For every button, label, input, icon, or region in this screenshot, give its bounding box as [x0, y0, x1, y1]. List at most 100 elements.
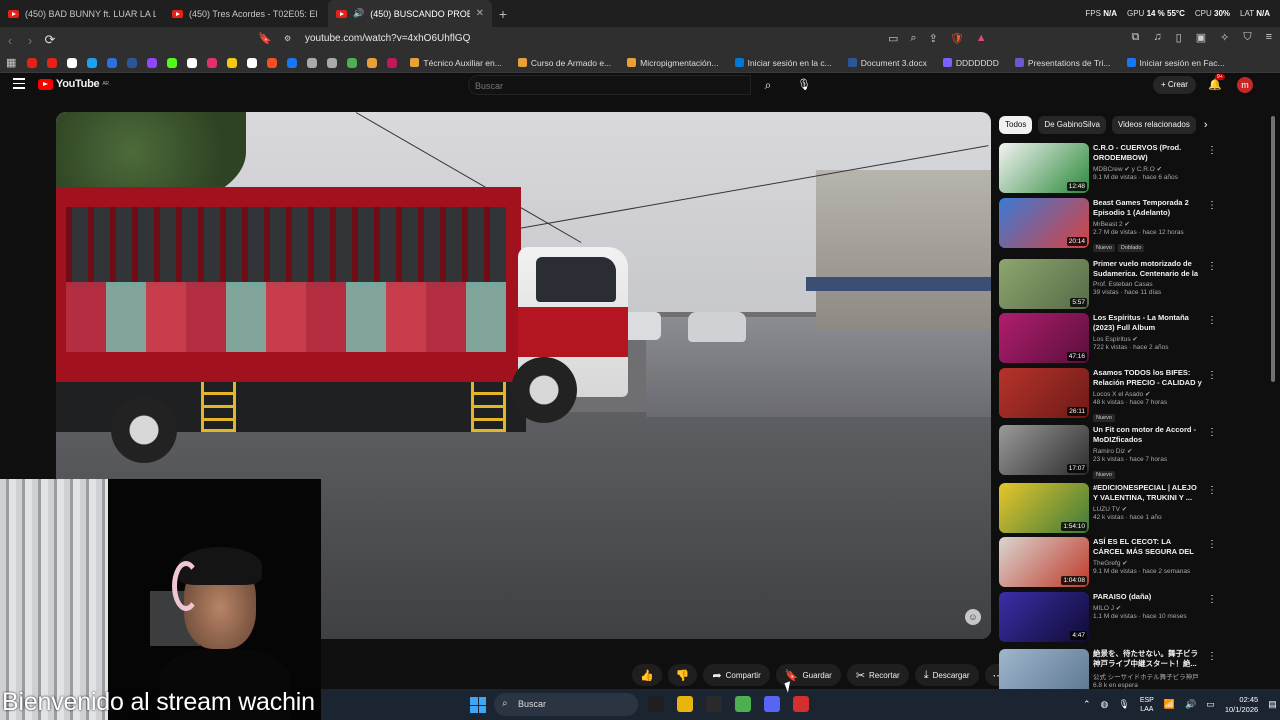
channel-name[interactable]: MrBeast 2 ✔ [1093, 220, 1203, 228]
channel-name[interactable]: Los Espíritus ✔ [1093, 335, 1203, 343]
download-button[interactable]: ⤓ Descargar [914, 664, 979, 686]
video-thumbnail[interactable]: 20:14 [999, 198, 1089, 248]
video-thumbnail[interactable]: 1:54:10 [999, 483, 1089, 533]
channel-name[interactable]: MILO J ✔ [1093, 604, 1203, 612]
video-thumbnail[interactable]: 5:57 [999, 259, 1089, 309]
more-options-icon[interactable]: ⋮ [1207, 594, 1217, 605]
bookmark-item[interactable]: Iniciar sesión en Fac... [1119, 58, 1233, 68]
more-options-icon[interactable]: ⋮ [1207, 261, 1217, 272]
url-field[interactable]: youtube.com/watch?v=4xhO6UhflGQ [305, 33, 470, 44]
notifications-center-icon[interactable]: ▤ [1268, 699, 1277, 710]
bookmark-favicon-icon[interactable] [47, 57, 58, 68]
bookmark-favicon-icon[interactable] [307, 57, 318, 68]
more-options-icon[interactable]: ⋮ [1207, 539, 1217, 550]
zoom-icon[interactable]: ⌕ [910, 32, 916, 45]
vpn-icon[interactable]: ⛉ [1243, 31, 1251, 44]
more-options-icon[interactable]: ⋮ [1207, 370, 1217, 381]
bookmark-favicon-icon[interactable] [287, 57, 298, 68]
bookmark-favicon-icon[interactable] [267, 57, 278, 68]
wallet-icon[interactable]: ▣ [1196, 31, 1206, 44]
clip-button[interactable]: ✂ Recortar [846, 664, 909, 686]
like-button[interactable]: 👍 [632, 664, 662, 686]
chip-all[interactable]: Todos [999, 116, 1033, 134]
more-options-icon[interactable]: ⋮ [1207, 200, 1217, 211]
brave-shield-icon[interactable]: 🛡 [950, 32, 964, 45]
video-thumbnail[interactable]: 26:11 [999, 368, 1089, 418]
create-button[interactable]: + Crear [1153, 76, 1196, 94]
back-icon[interactable]: ‹ [0, 33, 20, 48]
language-indicator[interactable]: ESP LAA [1140, 696, 1154, 714]
channel-name[interactable]: LUZU TV ✔ [1093, 505, 1203, 513]
bookmark-favicon-icon[interactable] [27, 57, 38, 68]
video-title[interactable]: C.R.O - CUERVOS (Prod. ORODEMBOW) [1093, 143, 1203, 163]
bookmark-item[interactable]: Curso de Armado e... [510, 58, 619, 68]
browser-tab[interactable]: (450) BAD BUNNY ft. LUAR LA L - TE [0, 0, 164, 27]
recommended-video[interactable]: 17:07 Un Fit con motor de Accord - MoDIZf… [999, 425, 1219, 479]
close-tab-icon[interactable]: ✕ [476, 8, 484, 19]
bookmark-favicon-icon[interactable] [187, 57, 198, 68]
dislike-button[interactable]: 👎 [667, 664, 698, 686]
apps-grid-icon[interactable]: ▦ [6, 56, 16, 69]
browser-tab[interactable]: (450) Tres Acordes - T02E05: El Resum [164, 0, 328, 27]
video-title[interactable]: 絶景を、待たせない。舞子ビラ 神戸ライブ中継スタート！絶... [1093, 649, 1203, 669]
video-title[interactable]: Primer vuelo motorizado de Sudamerica. C… [1093, 259, 1203, 279]
cast-icon[interactable]: ▭ [888, 32, 898, 45]
video-title[interactable]: PARAISO (daña) [1093, 592, 1203, 602]
discord-icon[interactable] [764, 696, 780, 712]
bookmark-favicon-icon[interactable] [367, 57, 378, 68]
file-explorer-icon[interactable] [677, 696, 693, 712]
video-thumbnail[interactable]: 4:47 [999, 592, 1089, 642]
recommended-video[interactable]: 12:48 C.R.O - CUERVOS (Prod. ORODEMBOW) MD… [999, 143, 1219, 193]
channel-name[interactable]: TheGrefg ✔ [1093, 559, 1203, 567]
sidebar-icon[interactable]: ▯ [1176, 31, 1182, 44]
video-title[interactable]: #EDICIONESPECIAL | ALEJO Y VALENTINA, TR… [1093, 483, 1203, 503]
hamburger-menu-icon[interactable] [13, 78, 25, 92]
bookmark-favicon-icon[interactable] [167, 57, 178, 68]
recommended-video[interactable]: 20:14 Beast Games Temporada 2 Episodio 1 … [999, 198, 1219, 252]
volume-icon[interactable]: 🔊 [1185, 699, 1196, 710]
share-button[interactable]: ➦ Compartir [703, 664, 770, 686]
bookmark-favicon-icon[interactable] [147, 57, 158, 68]
recommended-video[interactable]: 1:04:08 ASÍ ES EL CECOT: LA CÁRCEL MÁS SE… [999, 537, 1219, 587]
channel-name[interactable]: Prof. Esteban Casas [1093, 281, 1203, 288]
obs-icon[interactable] [706, 696, 722, 712]
chevron-right-icon[interactable]: › [1204, 119, 1208, 131]
new-tab-button[interactable]: + [492, 6, 514, 22]
video-thumbnail[interactable]: 47:16 [999, 313, 1089, 363]
microphone-tray-icon[interactable]: 🎙 [1118, 699, 1129, 710]
reload-icon[interactable]: ⟳ [40, 32, 60, 48]
recommended-video[interactable]: 4:47 PARAISO (daña) MILO J ✔ 1.1 M de vista… [999, 592, 1219, 642]
youtube-logo[interactable]: YouTube AR [38, 78, 109, 90]
recommended-video[interactable]: 26:11 Asamos TODOS los BIFES: Relación PR… [999, 368, 1219, 422]
more-options-icon[interactable]: ⋮ [1207, 485, 1217, 496]
bookmark-favicon-icon[interactable] [87, 57, 98, 68]
recommended-video[interactable]: 5:57 Primer vuelo motorizado de Sudameric… [999, 259, 1219, 309]
taskbar-search[interactable]: ⌕ Buscar [494, 693, 638, 716]
notifications-bell-icon[interactable]: 🔔 9+ [1208, 74, 1225, 91]
bookmark-item[interactable]: Micropigmentación... [619, 58, 726, 68]
video-title[interactable]: Un Fit con motor de Accord - MoDIZficado… [1093, 425, 1203, 445]
brave-rewards-icon[interactable]: ▲ [976, 32, 987, 45]
video-thumbnail[interactable]: 1:04:08 [999, 537, 1089, 587]
bookmark-favicon-icon[interactable] [67, 57, 78, 68]
chip-related[interactable]: Videos relacionados [1111, 116, 1196, 134]
recommended-video[interactable]: 47:16 Los Espíritus - La Montaña (2023) F… [999, 313, 1219, 363]
more-options-icon[interactable]: ⋮ [1207, 427, 1217, 438]
share-page-icon[interactable]: ⇪ [929, 32, 938, 45]
brave-browser-icon[interactable] [648, 696, 664, 712]
bookmark-favicon-icon[interactable] [107, 57, 118, 68]
video-thumbnail[interactable]: 12:48 [999, 143, 1089, 193]
windows-start-icon[interactable] [470, 697, 486, 713]
browser-tab-active[interactable]: 🔊 (450) BUSCANDO PROBLEMA ✕ [328, 0, 492, 27]
app-icon[interactable] [735, 696, 751, 712]
channel-name[interactable]: MDBCrew ✔ y C.R.O ✔ [1093, 165, 1203, 173]
microphone-icon[interactable]: 🎙 [795, 75, 813, 95]
wifi-icon[interactable]: 📶 [1164, 699, 1175, 710]
battery-icon[interactable]: ▭ [1206, 699, 1215, 710]
site-info-icon[interactable]: ⚙ [284, 34, 291, 43]
bookmark-item[interactable]: Técnico Auxiliar en... [402, 58, 509, 68]
more-options-icon[interactable]: ⋮ [1207, 651, 1217, 662]
channel-name[interactable]: Ramiro Diz ✔ [1093, 447, 1203, 455]
channel-name[interactable]: 公式 シーサイドホテル舞子ビラ神戸 [1093, 671, 1203, 681]
chip-from-channel[interactable]: De GabinoSilva [1038, 116, 1106, 134]
